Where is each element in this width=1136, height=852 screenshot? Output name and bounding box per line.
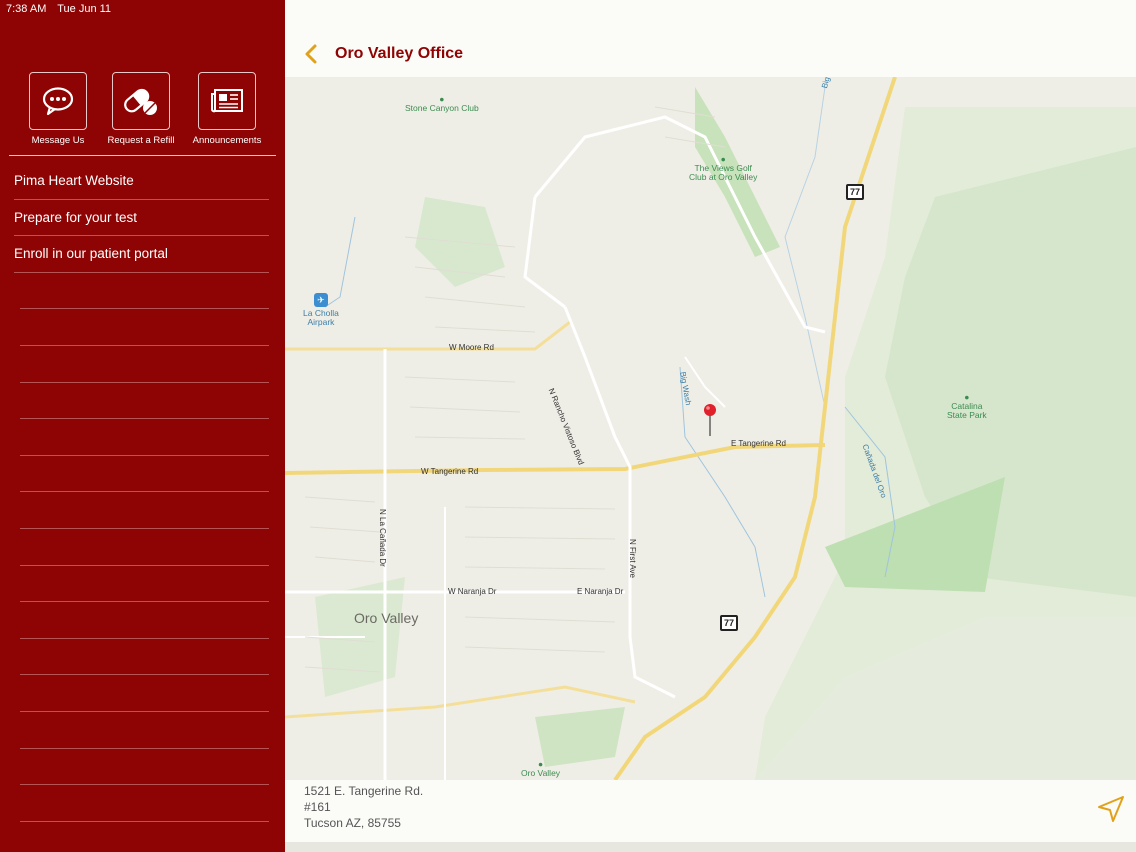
map-poi-stone-canyon[interactable]: ● Stone Canyon Club bbox=[405, 95, 479, 113]
route-77-shield: 77 bbox=[720, 615, 738, 631]
status-bar: 7:38 AM Tue Jun 11 bbox=[6, 3, 119, 15]
map-road-label: E Tangerine Rd bbox=[731, 439, 786, 448]
menu-item-pima-heart-website[interactable]: Pima Heart Website bbox=[0, 163, 285, 200]
announcements-button[interactable]: Announcements bbox=[182, 72, 272, 146]
status-time: 7:38 AM bbox=[6, 3, 47, 15]
empty-row bbox=[0, 273, 285, 310]
empty-row bbox=[0, 492, 285, 529]
address-bar: 1521 E. Tangerine Rd. #161 Tucson AZ, 85… bbox=[285, 780, 1136, 842]
message-us-label: Message Us bbox=[31, 135, 85, 146]
airplane-icon: ✈ bbox=[313, 293, 328, 307]
divider bbox=[9, 155, 276, 156]
request-refill-label: Request a Refill bbox=[107, 135, 175, 146]
map-poi-oro-valley-golf[interactable]: ● Oro Valley bbox=[521, 760, 560, 778]
location-pin-icon[interactable] bbox=[703, 403, 717, 437]
menu-item-prepare-for-test[interactable]: Prepare for your test bbox=[0, 200, 285, 237]
address-line2: #161 bbox=[304, 800, 331, 814]
map-view[interactable]: ● Stone Canyon Club ● The Views Golf Club … bbox=[285, 77, 1136, 780]
empty-row bbox=[0, 529, 285, 566]
map-road-label: W Moore Rd bbox=[449, 343, 494, 352]
address-line1: 1521 E. Tangerine Rd. bbox=[304, 784, 424, 798]
newspaper-icon bbox=[211, 89, 243, 113]
map-road-label: N First Ave bbox=[628, 539, 637, 578]
chat-bubble-icon bbox=[42, 87, 74, 116]
map-poi-catalina-state-park[interactable]: ● Catalina State Park bbox=[947, 375, 987, 429]
announcements-label: Announcements bbox=[192, 135, 262, 146]
map-poi-la-cholla-airpark[interactable]: ✈ La Cholla Airpark bbox=[303, 275, 339, 336]
empty-row bbox=[0, 566, 285, 603]
address: 1521 E. Tangerine Rd. #161 Tucson AZ, 85… bbox=[304, 783, 423, 831]
map-poi-views-golf[interactable]: ● The Views Golf Club at Oro Valley bbox=[689, 137, 757, 191]
page-title: Oro Valley Office bbox=[335, 45, 464, 62]
back-chevron-icon[interactable] bbox=[303, 44, 319, 64]
pill-icon bbox=[124, 88, 157, 115]
route-77-shield: 77 bbox=[846, 184, 864, 200]
map-road-label: W Tangerine Rd bbox=[421, 467, 479, 476]
empty-row bbox=[0, 383, 285, 420]
menu-item-label: Prepare for your test bbox=[14, 209, 138, 225]
address-line3: Tucson AZ, 85755 bbox=[304, 816, 401, 830]
empty-row bbox=[0, 749, 285, 786]
empty-row bbox=[0, 712, 285, 749]
map-road-label: N La Cañada Dr bbox=[378, 509, 387, 567]
map-road-label: W Naranja Dr bbox=[448, 587, 497, 596]
status-date: Tue Jun 11 bbox=[57, 3, 112, 15]
sidebar-menu: Pima Heart Website Prepare for your test… bbox=[0, 163, 285, 852]
empty-row bbox=[0, 419, 285, 456]
empty-row bbox=[0, 822, 285, 852]
empty-row bbox=[0, 456, 285, 493]
menu-item-label: Enroll in our patient portal bbox=[14, 246, 168, 262]
empty-row bbox=[0, 346, 285, 383]
empty-row bbox=[0, 639, 285, 676]
sidebar: 7:38 AM Tue Jun 11 Message Us Request a … bbox=[0, 0, 285, 852]
empty-row bbox=[0, 602, 285, 639]
menu-item-label: Pima Heart Website bbox=[14, 173, 134, 188]
map-attribution-strip bbox=[285, 842, 1136, 852]
message-us-button[interactable]: Message Us bbox=[13, 72, 103, 146]
empty-row bbox=[0, 785, 285, 822]
request-refill-button[interactable]: Request a Refill bbox=[96, 72, 186, 146]
menu-item-enroll-portal[interactable]: Enroll in our patient portal bbox=[0, 236, 285, 273]
nav-header: Oro Valley Office bbox=[285, 0, 1136, 77]
empty-row bbox=[0, 675, 285, 712]
map-city-label: Oro Valley bbox=[354, 610, 419, 626]
map-road-label: E Naranja Dr bbox=[577, 587, 624, 596]
empty-row bbox=[0, 309, 285, 346]
navigation-arrow-icon[interactable] bbox=[1096, 794, 1126, 824]
